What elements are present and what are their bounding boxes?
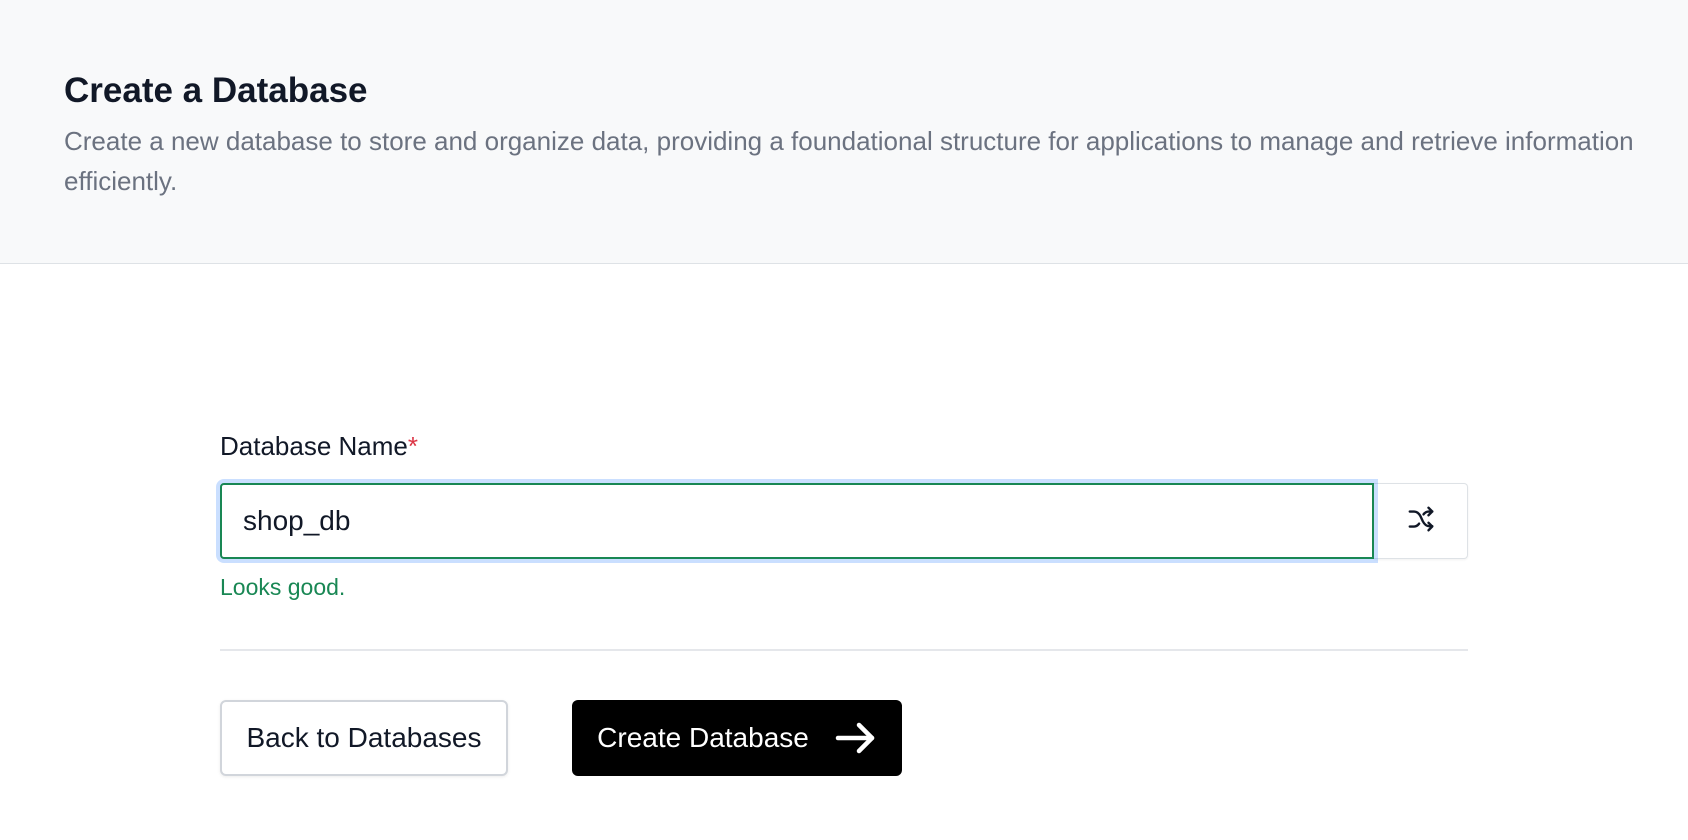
validation-feedback: Looks good. xyxy=(220,574,346,600)
database-name-label-text: Database Name xyxy=(220,431,408,461)
page-header: Create a Database Create a new database … xyxy=(0,0,1688,264)
shuffle-icon xyxy=(1406,504,1436,539)
page-title: Create a Database xyxy=(64,71,368,110)
arrow-right-icon xyxy=(835,721,877,755)
database-name-input[interactable] xyxy=(220,483,1374,559)
database-name-input-group xyxy=(220,483,1468,559)
create-database-button[interactable]: Create Database xyxy=(572,700,902,776)
create-database-label: Create Database xyxy=(597,722,809,753)
generate-random-name-button[interactable] xyxy=(1374,483,1468,559)
form-divider xyxy=(220,649,1468,651)
page-description: Create a new database to store and organ… xyxy=(64,126,1634,196)
required-marker: * xyxy=(407,431,419,461)
database-name-label: Database Name* xyxy=(220,424,418,468)
back-to-databases-button[interactable]: Back to Databases xyxy=(220,700,508,776)
